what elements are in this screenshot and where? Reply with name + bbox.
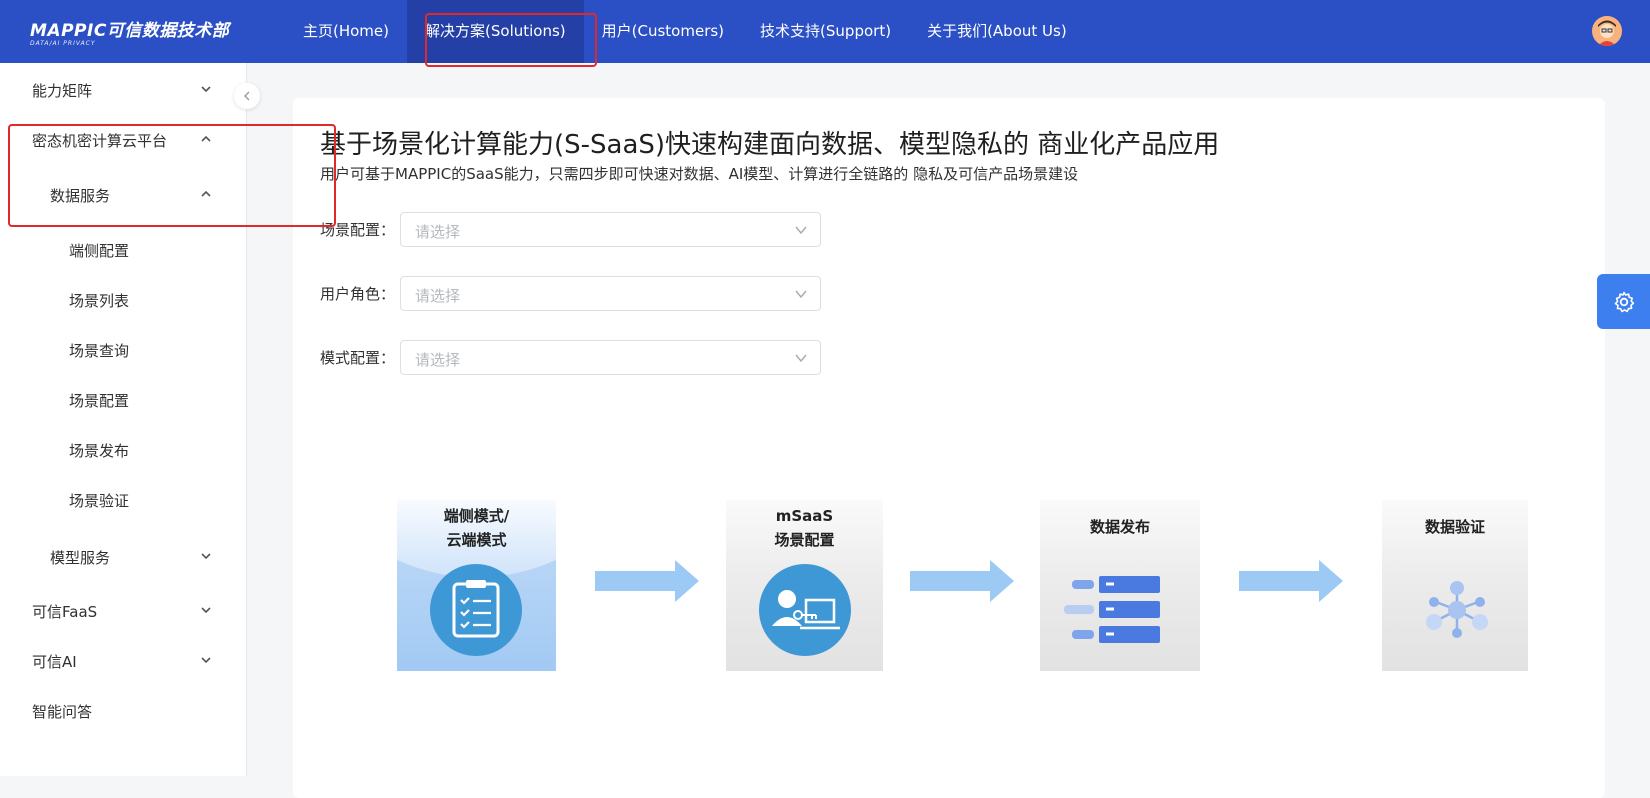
chevron-down-icon xyxy=(795,354,807,363)
chevron-down-icon xyxy=(201,553,211,560)
chevron-down-icon xyxy=(795,290,807,299)
highlight-box-solutions xyxy=(425,13,597,67)
main-content-card xyxy=(293,98,1605,798)
sidebar-label: 可信AI xyxy=(32,652,77,671)
sidebar-label: 场景验证 xyxy=(69,491,130,510)
step-2-line-1: mSaaS xyxy=(775,507,834,525)
sidebar-label: 场景发布 xyxy=(69,441,130,460)
nav-home[interactable]: 主页(Home) xyxy=(285,0,407,63)
nav-about[interactable]: 关于我们(About Us) xyxy=(909,0,1085,63)
flow-arrow-icon xyxy=(1239,560,1343,602)
chevron-down-icon xyxy=(201,607,211,614)
page-subtitle: 用户可基于MAPPIC的SaaS能力，只需四步即可快速对数据、AI模型、计算进行… xyxy=(320,165,1079,183)
sidebar-label: 场景列表 xyxy=(69,291,130,310)
step-2-label: mSaaS 场景配置 xyxy=(726,504,883,552)
chevron-down-icon xyxy=(201,657,211,664)
sidebar-label: 可信FaaS xyxy=(32,602,98,621)
highlight-box-sidebar xyxy=(8,124,336,227)
mode-config-label: 模式配置： xyxy=(320,349,396,367)
brand-logo[interactable]: MAPPIC可信数据技术部 DATA/AI PRIVACY xyxy=(30,16,229,47)
select-placeholder: 请选择 xyxy=(415,223,461,241)
sidebar-label: 场景查询 xyxy=(69,341,130,360)
flow-arrow-icon xyxy=(595,560,699,602)
sidebar-item-qa[interactable]: 智能问答 xyxy=(0,686,246,736)
page-title: 基于场景化计算能力(S-SaaS)快速构建面向数据、模型隐私的 商业化产品应用 xyxy=(320,130,1220,160)
sidebar-item-faas[interactable]: 可信FaaS xyxy=(0,586,246,636)
nav-support[interactable]: 技术支持(Support) xyxy=(742,0,909,63)
avatar-icon xyxy=(1592,16,1622,46)
step-3-label: 数据发布 xyxy=(1089,518,1150,536)
sidebar-label: 模型服务 xyxy=(50,548,111,567)
settings-button[interactable] xyxy=(1597,274,1650,329)
chevron-down-icon xyxy=(795,226,807,235)
sidebar-item-endpoint-config[interactable]: 端侧配置 xyxy=(0,225,246,275)
sidebar-item-capability[interactable]: 能力矩阵 xyxy=(0,65,246,115)
sidebar-item-scene-publish[interactable]: 场景发布 xyxy=(0,425,246,475)
sidebar-item-scene-list[interactable]: 场景列表 xyxy=(0,275,246,325)
sidebar-item-scene-query[interactable]: 场景查询 xyxy=(0,325,246,375)
brand-name: MAPPIC可信数据技术部 xyxy=(30,21,230,41)
step-2-line-2: 场景配置 xyxy=(774,531,835,549)
sidebar-label: 能力矩阵 xyxy=(32,81,93,100)
step-1-label: 端侧模式/ 云端模式 xyxy=(397,504,556,552)
user-role-label: 用户角色： xyxy=(320,285,396,303)
main-nav: 主页(Home) 解决方案(Solutions) 用户(Customers) 技… xyxy=(285,0,1085,63)
nav-customers[interactable]: 用户(Customers) xyxy=(584,0,742,63)
scene-config-select[interactable]: 请选择 xyxy=(400,212,821,247)
flow-arrow-icon xyxy=(910,560,1014,602)
sidebar-label: 场景配置 xyxy=(69,391,130,410)
sidebar-collapse-button[interactable] xyxy=(234,83,260,109)
step-4-label: 数据验证 xyxy=(1424,518,1485,536)
step-1-line-2: 云端模式 xyxy=(446,531,507,549)
user-avatar[interactable] xyxy=(1592,16,1622,46)
chevron-down-icon xyxy=(201,86,211,93)
step-1-line-1: 端侧模式/ xyxy=(443,507,510,525)
select-placeholder: 请选择 xyxy=(415,287,461,305)
sidebar-item-scene-verify[interactable]: 场景验证 xyxy=(0,475,246,525)
user-role-select[interactable]: 请选择 xyxy=(400,276,821,311)
select-placeholder: 请选择 xyxy=(415,351,461,369)
sidebar-label: 端侧配置 xyxy=(69,241,130,260)
brand-tagline: DATA/AI PRIVACY xyxy=(30,40,96,47)
sidebar-label: 智能问答 xyxy=(32,702,93,721)
gear-icon xyxy=(1614,291,1634,312)
sidebar-item-ai[interactable]: 可信AI xyxy=(0,636,246,686)
chevron-left-icon xyxy=(244,91,250,101)
sidebar-item-scene-config[interactable]: 场景配置 xyxy=(0,375,246,425)
mode-config-select[interactable]: 请选择 xyxy=(400,340,821,375)
sidebar-item-model-service[interactable]: 模型服务 xyxy=(0,532,246,582)
top-navigation-bar: MAPPIC可信数据技术部 DATA/AI PRIVACY 主页(Home) 解… xyxy=(0,0,1650,63)
